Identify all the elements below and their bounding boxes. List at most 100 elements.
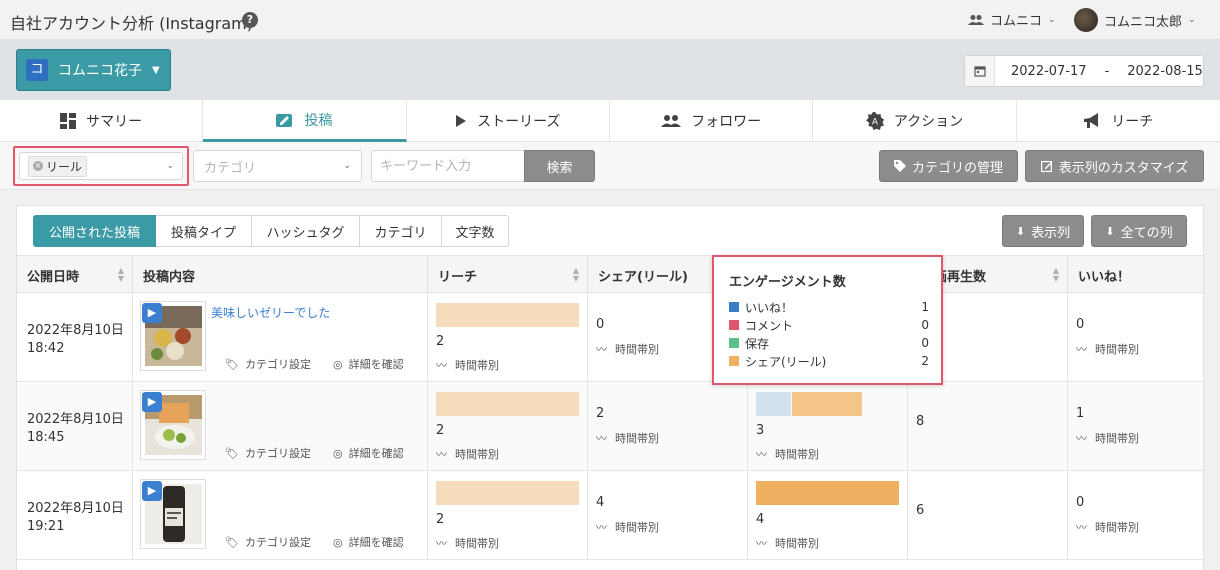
reach-cell: 2 〰時間帯別 <box>428 293 588 382</box>
export-displayed-columns-button[interactable]: ⬇ 表示列 <box>1002 215 1084 247</box>
time-slot-link[interactable]: 〰時間帯別 <box>436 535 499 551</box>
tab-followers[interactable]: フォロワー <box>610 100 814 142</box>
account-selector-button[interactable]: コ コムニコ花子 ▼ <box>16 49 171 91</box>
tab-posts[interactable]: 投稿 <box>203 100 407 142</box>
engagement-value: 4 <box>756 512 765 527</box>
subtab-published-posts[interactable]: 公開された投稿 <box>33 215 156 247</box>
time-slot-link[interactable]: 〰時間帯別 <box>596 430 659 446</box>
search-button[interactable]: 検索 <box>524 150 595 182</box>
col-label: リーチ <box>438 269 478 285</box>
time-slot-label: 時間帯別 <box>615 521 659 534</box>
category-setting-link[interactable]: 🏷 カテゴリ設定 <box>225 445 311 461</box>
trend-icon: 〰 <box>436 537 447 550</box>
view-details-link[interactable]: ◎ 詳細を確認 <box>333 534 404 550</box>
tab-label: リーチ <box>1111 114 1154 130</box>
engagement-value: 3 <box>756 423 765 438</box>
chevron-down-icon: ⌄ <box>166 161 174 171</box>
engagement-tooltip: エンゲージメント数 いいね！ 1 コメント 0 保存 0 シェア(リール) 2 <box>712 255 943 385</box>
customize-columns-button[interactable]: 表示列のカスタマイズ <box>1025 150 1204 182</box>
col-label: いいね！ <box>1078 269 1131 285</box>
tab-actions[interactable]: A アクション <box>813 100 1017 142</box>
time-slot-label: 時間帯別 <box>775 448 819 461</box>
tooltip-item-likes: いいね！ 1 <box>729 299 929 315</box>
category-setting-link[interactable]: 🏷 カテゴリ設定 <box>225 356 311 372</box>
trend-icon: 〰 <box>1076 343 1087 356</box>
date-line: 2022年8月10日 <box>27 501 124 516</box>
view-details-label: 詳細を確認 <box>348 536 404 549</box>
tab-reach[interactable]: リーチ <box>1017 100 1220 142</box>
play-icon <box>456 115 467 127</box>
col-label: 投稿内容 <box>143 269 196 285</box>
selected-tag-label: リール <box>46 159 83 174</box>
time-slot-link[interactable]: 〰時間帯別 <box>1076 430 1139 446</box>
tooltip-item-label: シェア(リール) <box>745 354 827 369</box>
engagement-cell: 3 〰時間帯別 <box>748 382 908 471</box>
category-select[interactable]: カテゴリ ⌄ <box>193 150 362 182</box>
tooltip-title: エンゲージメント数 <box>729 275 846 290</box>
export-all-columns-button[interactable]: ⬇ 全ての列 <box>1091 215 1187 247</box>
remove-tag-icon[interactable]: × <box>33 161 43 171</box>
help-icon[interactable]: ? <box>242 12 258 28</box>
time-slot-link[interactable]: 〰時間帯別 <box>1076 341 1139 357</box>
sort-icon: ▲ ▼ <box>1052 266 1059 283</box>
tab-label: アクション <box>893 114 964 130</box>
share-cell: 2 〰時間帯別 <box>588 382 748 471</box>
user-menu[interactable]: コムニコ太郎 ⌄ <box>1074 8 1196 32</box>
org-menu[interactable]: コムニコ ⌄ <box>968 10 1056 29</box>
table-row: 2022年8月10日 19:21 ▶ 🏷 カテゴリ設定 ◎ 詳細を確認 2 〰時間帯別… <box>17 471 1203 560</box>
time-slot-link[interactable]: 〰時間帯別 <box>436 446 499 462</box>
tooltip-item-comments: コメント 0 <box>729 317 929 333</box>
post-caption-link[interactable]: 美味しいゼリーでした <box>211 304 330 321</box>
time-slot-link[interactable]: 〰時間帯別 <box>436 357 499 373</box>
trend-icon: 〰 <box>436 448 447 461</box>
post-thumbnail[interactable]: ▶ <box>140 479 206 549</box>
time-slot-link[interactable]: 〰時間帯別 <box>756 535 819 551</box>
users-icon <box>661 115 682 127</box>
time-slot-label: 時間帯別 <box>615 343 659 356</box>
date-cell: 2022年8月10日 19:21 <box>17 471 133 560</box>
reel-icon: ▶ <box>142 481 162 501</box>
view-details-link[interactable]: ◎ 詳細を確認 <box>333 445 404 461</box>
analysis-subtabs: 公開された投稿 投稿タイプ ハッシュタグ カテゴリ 文字数 <box>33 215 509 247</box>
share-value: 0 <box>596 317 605 332</box>
tab-stories[interactable]: ストーリーズ <box>407 100 610 142</box>
post-thumbnail[interactable]: ▶ <box>140 301 206 371</box>
sort-icon: ▲ ▼ <box>117 266 124 283</box>
tooltip-item-value: 0 <box>921 336 929 350</box>
legend-swatch <box>729 320 739 330</box>
post-thumbnail[interactable]: ▶ <box>140 390 206 460</box>
time-slot-link[interactable]: 〰時間帯別 <box>1076 519 1139 535</box>
time-slot-label: 時間帯別 <box>1095 521 1139 534</box>
table-row: 2022年8月10日 18:45 ▶ 🏷 カテゴリ設定 ◎ 詳細を確認 2 〰時間帯別… <box>17 382 1203 471</box>
selected-tag[interactable]: × リール <box>28 155 88 177</box>
tab-summary[interactable]: サマリー <box>0 100 204 142</box>
manage-categories-button[interactable]: カテゴリの管理 <box>879 150 1018 182</box>
time-slot-link[interactable]: 〰時間帯別 <box>596 341 659 357</box>
time-slot-label: 時間帯別 <box>615 432 659 445</box>
date-line: 2022年8月10日 <box>27 323 124 338</box>
tooltip-item-label: コメント <box>745 318 794 333</box>
time-slot-link[interactable]: 〰時間帯別 <box>596 519 659 535</box>
col-reach[interactable]: リーチ ▲ ▼ <box>428 256 588 294</box>
tag-icon: 🏷 <box>225 446 239 460</box>
subtab-category[interactable]: カテゴリ <box>360 215 442 247</box>
col-published-date[interactable]: 公開日時 ▲ ▼ <box>17 256 133 294</box>
reach-value: 2 <box>436 512 445 527</box>
table-row: 2022年8月10日 18:42 ▶ 美味しいゼリーでした 🏷 カテゴリ設定 ◎ 詳細… <box>17 293 1203 382</box>
category-setting-link[interactable]: 🏷 カテゴリ設定 <box>225 534 311 550</box>
subtab-hashtag[interactable]: ハッシュタグ <box>252 215 360 247</box>
post-cell: ▶ 美味しいゼリーでした 🏷 カテゴリ設定 ◎ 詳細を確認 <box>133 293 428 382</box>
customize-columns-label: 表示列のカスタマイズ <box>1058 160 1189 176</box>
subtab-character-count[interactable]: 文字数 <box>442 215 509 247</box>
keyword-input[interactable] <box>371 150 525 182</box>
time-slot-link[interactable]: 〰時間帯別 <box>756 446 819 462</box>
post-type-select[interactable]: × リール ⌄ <box>19 152 183 180</box>
main-nav-tabs: サマリー 投稿 ストーリーズ フォロワー A アクション リーチ <box>0 100 1220 142</box>
sort-icon: ▲ ▼ <box>572 266 579 283</box>
date-range-picker[interactable]: 2022-07-17 - 2022-08-15 <box>964 55 1204 87</box>
date-cell: 2022年8月10日 18:45 <box>17 382 133 471</box>
subtab-post-type[interactable]: 投稿タイプ <box>156 215 252 247</box>
col-likes[interactable]: いいね！ <box>1068 256 1203 294</box>
view-details-link[interactable]: ◎ 詳細を確認 <box>333 356 404 372</box>
trend-icon: 〰 <box>596 432 607 445</box>
